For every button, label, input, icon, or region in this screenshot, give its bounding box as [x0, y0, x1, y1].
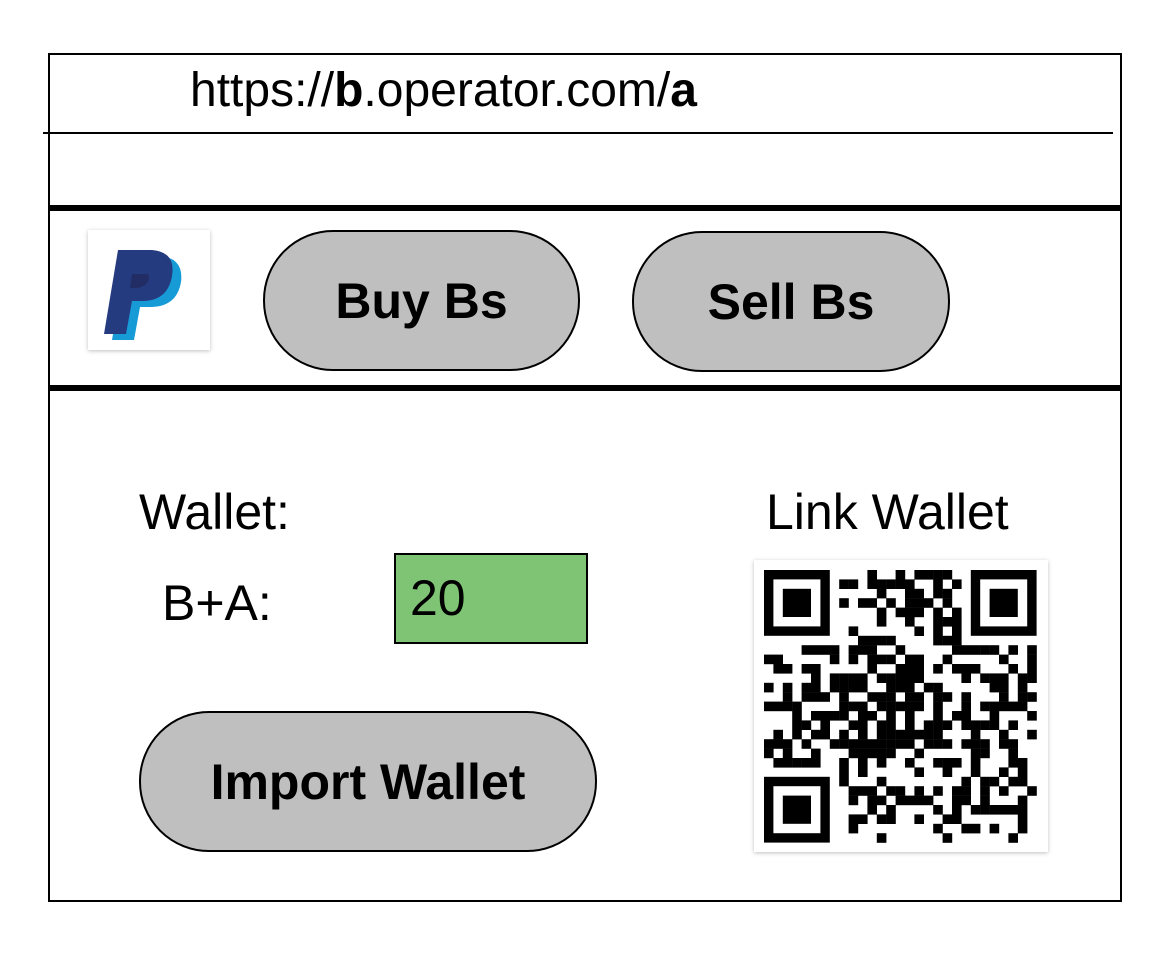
balance-label: B+A:	[162, 575, 272, 631]
nav-bottom-divider	[48, 385, 1122, 391]
address-bar-url[interactable]: https://b.operator.com/a	[190, 62, 697, 120]
wallet-label: Wallet:	[139, 484, 290, 540]
link-wallet-title: Link Wallet	[766, 484, 1009, 540]
sell-bs-button[interactable]: Sell Bs	[632, 231, 950, 372]
buy-bs-button[interactable]: Buy Bs	[263, 230, 580, 371]
import-wallet-button[interactable]: Import Wallet	[139, 711, 597, 852]
address-bar-divider	[43, 132, 1113, 134]
balance-value-field: 20	[394, 553, 588, 644]
paypal-logo-icon[interactable]	[88, 230, 210, 350]
nav-top-divider	[48, 205, 1122, 211]
qr-code-icon[interactable]	[754, 560, 1048, 852]
